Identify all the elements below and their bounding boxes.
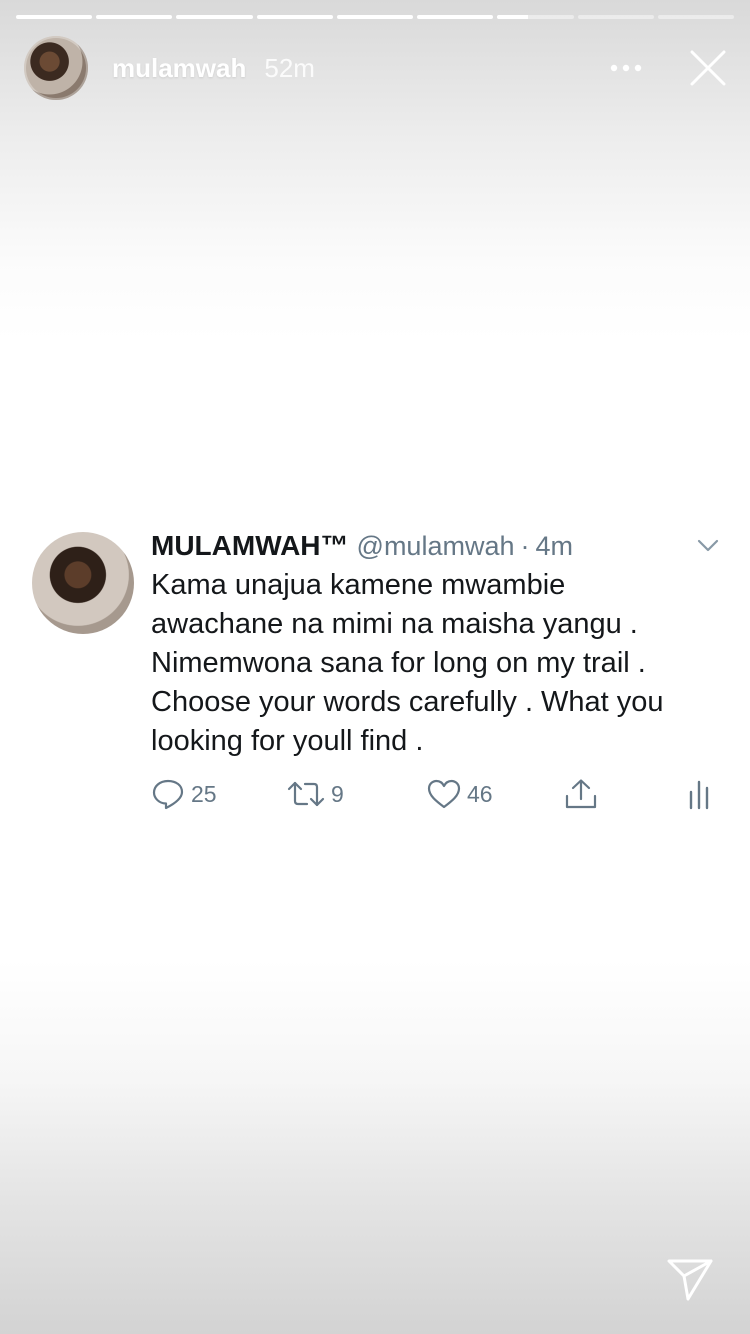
tweet-separator: · (520, 530, 530, 561)
tweet-text-line: Kama unajua kamene mwambie (151, 569, 566, 601)
more-horizontal-icon (610, 64, 642, 72)
retweet-button[interactable]: 9 (287, 774, 344, 814)
story-avatar[interactable] (24, 36, 88, 100)
more-options-button[interactable] (606, 48, 646, 88)
tweet-text-line: looking for youll find . (151, 725, 424, 757)
reply-icon (152, 779, 184, 810)
retweet-count: 9 (331, 780, 344, 807)
retweet-icon (287, 781, 325, 807)
like-button[interactable]: 46 (427, 774, 493, 814)
share-icon (565, 779, 597, 809)
progress-segment (657, 15, 734, 19)
like-count: 46 (467, 780, 493, 807)
progress-segment (176, 15, 253, 19)
send-message-button[interactable] (664, 1256, 716, 1304)
tweet-text-line: Choose your words carefully . What you (151, 686, 664, 718)
tweet-avatar[interactable] (32, 532, 134, 634)
tweet-timestamp: 4m (535, 530, 573, 561)
heart-icon (427, 779, 461, 809)
send-icon (667, 1259, 713, 1301)
story-progress-bar (16, 15, 734, 19)
tweet-text-line: Nimemwona sana for long on my trail . (151, 647, 646, 679)
close-icon (690, 50, 726, 86)
tweet-handle[interactable]: @mulamwah (357, 531, 515, 562)
analytics-icon (689, 780, 709, 810)
reply-count: 25 (191, 780, 217, 807)
tweet-actions: 25 9 46 (151, 774, 721, 814)
progress-segment (417, 15, 494, 19)
progress-segment (577, 15, 654, 19)
tweet-menu-button[interactable] (694, 532, 722, 560)
tweet-text: Kama unajua kamene mwambie awachane na m… (151, 566, 721, 761)
progress-segment (16, 15, 93, 19)
progress-segment (96, 15, 173, 19)
tweet-text-line: awachane na mimi na maisha yangu . (151, 608, 638, 640)
story-header: mulamwah 52m (24, 36, 730, 100)
tweet-header: MULAMWAH™ @mulamwah · 4m (151, 528, 722, 564)
chevron-down-icon (697, 539, 719, 552)
tweet-card: MULAMWAH™ @mulamwah · 4m Kama unajua kam… (0, 520, 750, 830)
progress-segment (336, 15, 414, 19)
story-username[interactable]: mulamwah (112, 53, 246, 84)
close-button[interactable] (686, 46, 730, 90)
tweet-display-name[interactable]: MULAMWAH™ (151, 530, 349, 562)
share-button[interactable] (564, 774, 598, 814)
analytics-button[interactable] (687, 774, 711, 814)
reply-button[interactable]: 25 (151, 774, 217, 814)
story-timestamp: 52m (264, 52, 315, 83)
progress-segment (256, 15, 333, 19)
progress-segment (497, 15, 574, 19)
